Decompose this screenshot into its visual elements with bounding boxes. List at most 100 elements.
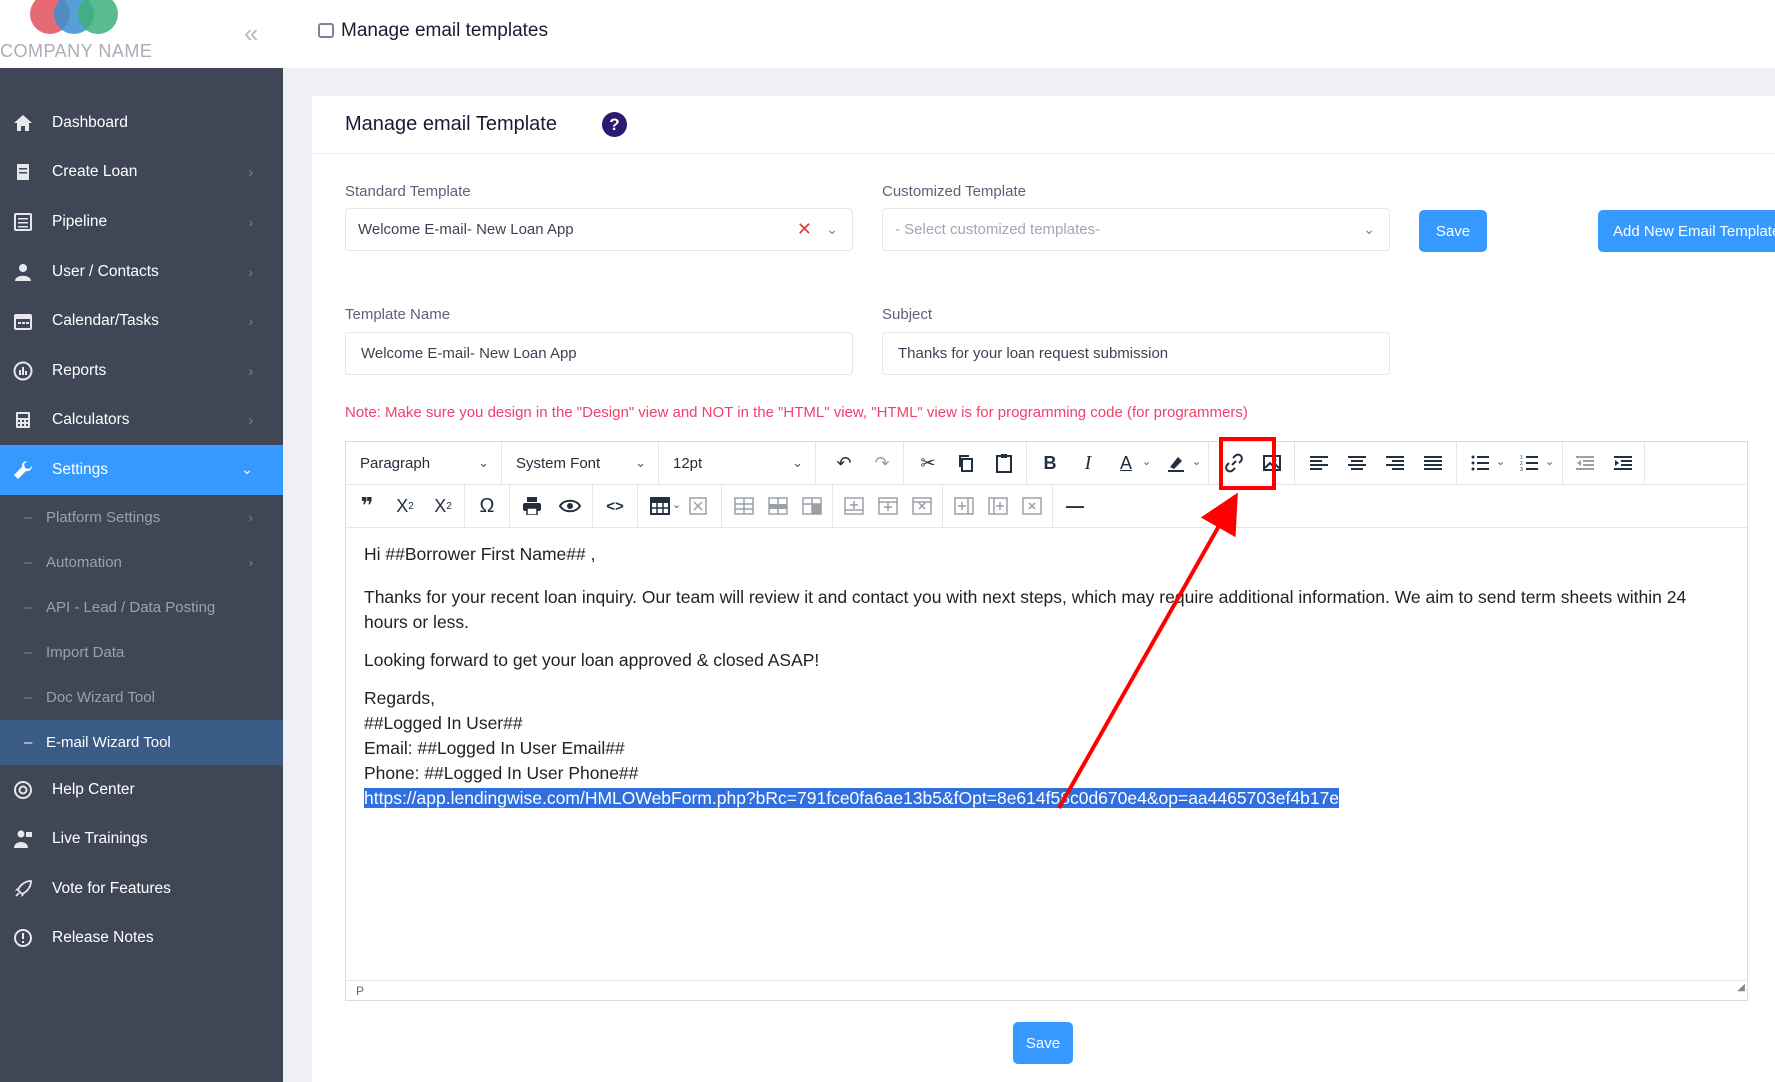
font-family-dropdown[interactable]: System Font ⌄ (502, 442, 659, 484)
email-paragraph-2: Looking forward to get your loan approve… (364, 650, 820, 670)
sidebar-item-help-center[interactable]: Help Center (0, 765, 283, 815)
customized-template-label: Customized Template (882, 183, 1026, 200)
chevron-down-icon[interactable]: ⌄ (1545, 455, 1554, 468)
insert-row-before-icon[interactable] (839, 491, 869, 521)
sidebar-subitem-doc-wizard[interactable]: – Doc Wizard Tool (0, 675, 283, 720)
redo-icon[interactable]: ↷ (867, 448, 897, 478)
source-code-icon[interactable]: <> (600, 491, 630, 521)
sidebar-item-release-notes[interactable]: Release Notes (0, 914, 283, 964)
align-right-icon[interactable] (1380, 448, 1410, 478)
bullet-list-icon[interactable] (1465, 448, 1495, 478)
editor-content[interactable]: Hi ##Borrower First Name## , Thanks for … (364, 542, 1734, 811)
add-new-email-template-button[interactable]: Add New Email Template (1598, 210, 1775, 252)
insert-col-before-icon[interactable] (949, 491, 979, 521)
cut-icon[interactable]: ✂ (913, 448, 943, 478)
card-header: Manage email Template ? (312, 96, 1775, 154)
horizontal-line-icon[interactable]: — (1060, 491, 1090, 521)
sidebar-item-vote-features[interactable]: Vote for Features (0, 864, 283, 914)
collapse-sidebar-icon[interactable]: « (244, 18, 258, 49)
trainer-icon (12, 828, 34, 850)
sidebar-subitem-email-wizard[interactable]: – E-mail Wizard Tool (0, 719, 283, 765)
chevron-down-icon: ⌄ (826, 221, 838, 237)
delete-table-icon[interactable] (683, 491, 713, 521)
top-bar: Manage email templates (283, 0, 1775, 68)
print-icon[interactable] (517, 491, 547, 521)
calculator-icon (12, 409, 34, 431)
sidebar-subitem-platform-settings[interactable]: – Platform Settings › (0, 495, 283, 540)
chevron-right-icon: › (248, 263, 253, 280)
italic-icon[interactable]: I (1073, 448, 1103, 478)
insert-row-after-icon[interactable] (873, 491, 903, 521)
sidebar-item-reports[interactable]: Reports › (0, 346, 283, 396)
outdent-icon[interactable] (1570, 448, 1600, 478)
justify-icon[interactable] (1418, 448, 1448, 478)
svg-text:3: 3 (1520, 467, 1523, 471)
chevron-right-icon: › (248, 554, 253, 570)
paste-icon[interactable] (989, 448, 1019, 478)
delete-row-icon[interactable] (907, 491, 937, 521)
element-path[interactable]: P (356, 984, 364, 998)
home-icon (12, 112, 34, 134)
chevron-down-icon[interactable]: ⌄ (1142, 455, 1151, 468)
highlight-color-icon[interactable] (1161, 448, 1191, 478)
undo-icon[interactable]: ↶ (829, 448, 859, 478)
sidebar-item-settings[interactable]: Settings ⌄ (0, 445, 283, 495)
sidebar-item-calendar-tasks[interactable]: Calendar/Tasks › (0, 296, 283, 346)
sidebar-subitem-api-lead[interactable]: – API - Lead / Data Posting (0, 585, 283, 630)
blockquote-icon[interactable]: ❞ (352, 491, 382, 521)
list-icon (12, 211, 34, 233)
editor-toolbar-row-2: ❞ X2 X2 Ω <> ⌄ — (346, 485, 1747, 528)
numbered-list-icon[interactable]: 123 (1514, 448, 1544, 478)
text-color-icon[interactable]: A (1111, 448, 1141, 478)
chevron-down-icon[interactable]: ⌄ (672, 498, 681, 511)
delete-col-icon[interactable] (1017, 491, 1047, 521)
chevron-right-icon: › (248, 412, 253, 429)
align-left-icon[interactable] (1304, 448, 1334, 478)
font-size-dropdown[interactable]: 12pt ⌄ (659, 442, 816, 484)
table-cell-props-icon[interactable] (729, 491, 759, 521)
sidebar-nav: Dashboard Create Loan › Pipeline › User … (0, 98, 283, 963)
rich-text-editor: Paragraph ⌄ System Font ⌄ 12pt ⌄ ↶ ↷ ✂ B… (345, 441, 1748, 1001)
sidebar-item-live-trainings[interactable]: Live Trainings (0, 814, 283, 864)
save-button[interactable]: Save (1419, 210, 1487, 252)
sidebar-item-pipeline[interactable]: Pipeline › (0, 197, 283, 247)
help-question-icon[interactable]: ? (602, 112, 627, 137)
sidebar-item-create-loan[interactable]: Create Loan › (0, 148, 283, 198)
chevron-down-icon: ⌄ (635, 455, 646, 470)
subject-input[interactable]: Thanks for your loan request submission (882, 332, 1390, 375)
table-col-props-icon[interactable] (797, 491, 827, 521)
table-icon[interactable] (645, 491, 675, 521)
standard-template-value: Welcome E-mail- New Loan App (358, 221, 574, 238)
editor-toolbar-row-1: Paragraph ⌄ System Font ⌄ 12pt ⌄ ↶ ↷ ✂ B… (346, 442, 1747, 485)
special-character-icon[interactable]: Ω (472, 491, 502, 521)
bottom-save-button[interactable]: Save (1013, 1022, 1073, 1064)
align-center-icon[interactable] (1342, 448, 1372, 478)
sidebar-item-dashboard[interactable]: Dashboard (0, 98, 283, 148)
wrench-icon (12, 459, 34, 481)
chevron-down-icon[interactable]: ⌄ (1192, 455, 1201, 468)
copy-icon[interactable] (951, 448, 981, 478)
sidebar-subitem-import-data[interactable]: – Import Data (0, 630, 283, 675)
subscript-icon[interactable]: X2 (390, 491, 420, 521)
sidebar-subitem-automation[interactable]: – Automation › (0, 540, 283, 585)
table-row-props-icon[interactable] (763, 491, 793, 521)
subject-label: Subject (882, 306, 933, 323)
email-template-icon (318, 23, 334, 38)
selected-link-text[interactable]: https://app.lendingwise.com/HMLOWebForm.… (364, 788, 1340, 808)
chevron-down-icon[interactable]: ⌄ (1496, 455, 1505, 468)
preview-eye-icon[interactable] (555, 491, 585, 521)
sidebar-item-user-contacts[interactable]: User / Contacts › (0, 247, 283, 297)
block-format-dropdown[interactable]: Paragraph ⌄ (346, 442, 502, 484)
annotation-highlight-box (1219, 437, 1276, 490)
email-paragraph-1: Thanks for your recent loan inquiry. Our… (364, 587, 1687, 632)
customized-template-select[interactable]: - Select customized templates- ⌄ (882, 208, 1390, 251)
bold-icon[interactable]: B (1035, 448, 1065, 478)
template-name-input[interactable]: Welcome E-mail- New Loan App (345, 332, 853, 375)
clear-icon[interactable]: ✕ (797, 219, 812, 240)
resize-handle-icon[interactable]: ◢ (1737, 978, 1745, 998)
insert-col-after-icon[interactable] (983, 491, 1013, 521)
standard-template-select[interactable]: Welcome E-mail- New Loan App ✕ ⌄ (345, 208, 853, 251)
indent-icon[interactable] (1608, 448, 1638, 478)
superscript-icon[interactable]: X2 (428, 491, 458, 521)
sidebar-item-calculators[interactable]: Calculators › (0, 396, 283, 446)
